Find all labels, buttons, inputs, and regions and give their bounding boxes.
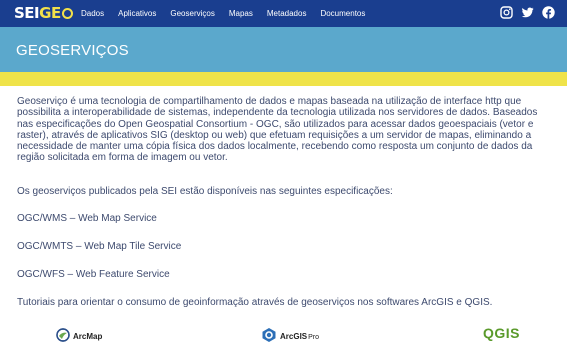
sei-geo-logo[interactable]: SEI GE — [14, 4, 73, 22]
facebook-icon[interactable] — [542, 6, 555, 19]
arcmap-label: ArcMap — [73, 331, 103, 341]
logo-o-ring — [61, 8, 73, 19]
nav-dados[interactable]: Dados — [81, 9, 104, 18]
nav-metadados[interactable]: Metadados — [267, 9, 307, 18]
software-logos: ArcMap ArcGISPro QGIS — [0, 323, 567, 347]
arcgis-pro-label-suffix: Pro — [308, 333, 320, 341]
nav-aplicativos[interactable]: Aplicativos — [118, 9, 156, 18]
qgis-logo[interactable]: QGIS — [483, 325, 520, 341]
nav-mapas[interactable]: Mapas — [229, 9, 253, 18]
page-hero: GEOSERVIÇOS — [0, 27, 567, 72]
qgis-label: QGIS — [483, 325, 521, 341]
nav-documentos[interactable]: Documentos — [320, 9, 365, 18]
social-links — [500, 6, 555, 19]
arcmap-globe-icon — [56, 328, 70, 344]
specs-intro: Os geoserviços publicados pela SEI estão… — [17, 186, 393, 197]
spec-wms-link[interactable]: OGC/WMS – Web Map Service — [17, 213, 157, 224]
arcgis-pro-logo[interactable]: ArcGISPro — [261, 327, 319, 345]
spec-wmts-link[interactable]: OGC/WMTS – Web Map Tile Service — [17, 241, 181, 252]
instagram-icon[interactable] — [500, 6, 513, 19]
arcmap-logo[interactable]: ArcMap — [56, 328, 102, 344]
arcgis-pro-icon — [261, 327, 277, 345]
main-content: Geoserviço é uma tecnologia de compartil… — [17, 96, 552, 308]
arcgis-pro-label-main: ArcGIS — [280, 331, 308, 341]
page-title: GEOSERVIÇOS — [16, 42, 129, 59]
hero-yellow-band — [0, 72, 567, 86]
spec-wfs-link[interactable]: OGC/WFS – Web Feature Service — [17, 269, 170, 280]
arcgis-pro-label: ArcGISPro — [280, 332, 319, 341]
top-navbar: SEI GE Dados Aplicativos Geoserviços Map… — [0, 0, 567, 27]
logo-text-sei: SEI — [14, 4, 40, 22]
logo-text-geo: GE — [39, 4, 61, 22]
nav-geoservicos[interactable]: Geoserviços — [170, 9, 214, 18]
main-nav: Dados Aplicativos Geoserviços Mapas Meta… — [81, 0, 379, 27]
intro-paragraph: Geoserviço é uma tecnologia de compartil… — [17, 96, 538, 164]
twitter-icon[interactable] — [521, 6, 534, 19]
tutorials-text: Tutoriais para orientar o consumo de geo… — [17, 297, 493, 308]
